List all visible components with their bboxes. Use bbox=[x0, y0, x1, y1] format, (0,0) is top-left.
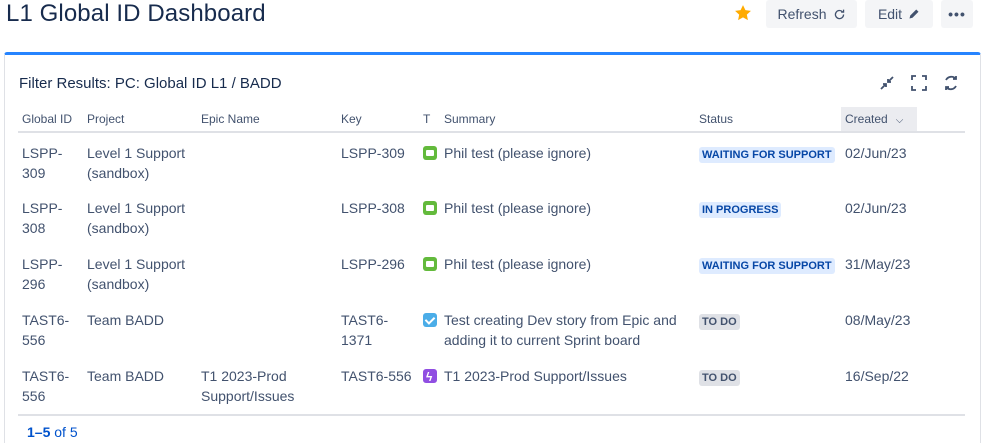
refresh-button[interactable]: Refresh bbox=[766, 0, 857, 28]
col-global-id[interactable]: Global ID bbox=[18, 107, 83, 133]
table-row[interactable]: TAST6- 556 Team BADD TAST6-1371 Test creati… bbox=[18, 300, 965, 356]
pager-total[interactable]: 5 bbox=[70, 424, 78, 440]
col-spacer bbox=[917, 107, 965, 133]
cell-key[interactable]: TAST6-1371 bbox=[337, 300, 419, 356]
cell-type bbox=[419, 244, 440, 300]
status-badge: IN PROGRESS bbox=[699, 202, 782, 218]
cell-status: TO DO bbox=[695, 356, 841, 412]
task-icon bbox=[423, 313, 437, 327]
col-key[interactable]: Key bbox=[337, 107, 419, 133]
story-icon bbox=[423, 257, 437, 271]
cell-epic-name[interactable] bbox=[197, 132, 337, 188]
pager-of: of bbox=[54, 424, 66, 440]
col-summary[interactable]: Summary bbox=[440, 107, 695, 133]
cell-project: Level 1 Support (sandbox) bbox=[87, 200, 186, 236]
cell-epic-name[interactable] bbox=[197, 188, 337, 244]
table-row[interactable]: LSPP- 296 Level 1 Support (sandbox) LSPP-2… bbox=[18, 244, 965, 300]
pagination: 1–5 of 5 bbox=[27, 424, 78, 440]
cell-created: 31/May/23 bbox=[845, 256, 911, 272]
cell-created: 02/Jun/23 bbox=[845, 200, 907, 216]
refresh-icon bbox=[834, 9, 844, 19]
cell-key[interactable]: LSPP-309 bbox=[337, 132, 419, 188]
fullscreen-icon[interactable] bbox=[910, 74, 928, 92]
table-header-row: Global ID Project Epic Name Key T Summar… bbox=[18, 107, 965, 133]
story-icon bbox=[423, 146, 437, 160]
edit-button[interactable]: Edit bbox=[865, 0, 933, 28]
cell-epic-name[interactable] bbox=[197, 300, 337, 356]
cell-spacer bbox=[917, 300, 965, 356]
cell-status: TO DO bbox=[695, 300, 841, 356]
col-type[interactable]: T bbox=[419, 107, 440, 133]
cell-global-id[interactable]: TAST6- 556 bbox=[18, 300, 83, 356]
status-badge: TO DO bbox=[699, 314, 740, 330]
star-icon[interactable] bbox=[733, 3, 753, 23]
cell-global-id[interactable]: LSPP- 309 bbox=[18, 132, 83, 188]
pager-range: 1–5 bbox=[27, 424, 51, 440]
cell-summary[interactable]: Phil test (please ignore) bbox=[440, 188, 695, 244]
cell-spacer bbox=[917, 244, 965, 300]
status-badge: WAITING FOR SUPPORT bbox=[699, 147, 835, 163]
cell-spacer bbox=[917, 132, 965, 188]
cell-summary[interactable]: Phil test (please ignore) bbox=[440, 244, 695, 300]
col-status[interactable]: Status bbox=[695, 107, 841, 133]
cell-summary[interactable]: Phil test (please ignore) bbox=[440, 132, 695, 188]
cell-project: Level 1 Support (sandbox) bbox=[87, 256, 186, 292]
cell-key[interactable]: LSPP-308 bbox=[337, 188, 419, 244]
cell-project: Level 1 Support (sandbox) bbox=[87, 145, 186, 181]
cell-global-id[interactable]: LSPP- 296 bbox=[18, 244, 83, 300]
col-epic-name[interactable]: Epic Name bbox=[197, 107, 337, 133]
cell-spacer bbox=[917, 356, 965, 412]
table-row[interactable]: LSPP- 309 Level 1 Support (sandbox) LSPP-3… bbox=[18, 132, 965, 188]
cell-epic-name[interactable] bbox=[197, 244, 337, 300]
page-title: L1 Global ID Dashboard bbox=[6, 0, 266, 27]
cell-global-id[interactable]: TAST6- 556 bbox=[18, 356, 83, 412]
cell-spacer bbox=[917, 188, 965, 244]
table-row[interactable]: LSPP- 308 Level 1 Support (sandbox) LSPP-3… bbox=[18, 188, 965, 244]
col-project[interactable]: Project bbox=[83, 107, 197, 133]
chevron-down-icon: ⌵ bbox=[895, 115, 904, 126]
col-created[interactable]: Created ⌵ bbox=[841, 107, 917, 133]
cell-status: WAITING FOR SUPPORT bbox=[695, 132, 841, 188]
cell-status: WAITING FOR SUPPORT bbox=[695, 244, 841, 300]
status-badge: WAITING FOR SUPPORT bbox=[699, 258, 835, 274]
cell-type bbox=[419, 132, 440, 188]
cell-key[interactable]: LSPP-296 bbox=[337, 244, 419, 300]
more-icon: ••• bbox=[948, 6, 966, 22]
cell-type bbox=[419, 300, 440, 356]
results-table: Global ID Project Epic Name Key T Summar… bbox=[18, 107, 965, 412]
cell-created: 02/Jun/23 bbox=[845, 145, 907, 161]
minimize-icon[interactable] bbox=[878, 74, 896, 92]
cell-created: 16/Sep/22 bbox=[845, 368, 909, 384]
cell-project: Team BADD bbox=[87, 312, 165, 328]
cell-type bbox=[419, 356, 440, 412]
cell-global-id[interactable]: LSPP- 308 bbox=[18, 188, 83, 244]
cell-type bbox=[419, 188, 440, 244]
table-row[interactable]: TAST6- 556 Team BADD T1 2023-Prod Support/… bbox=[18, 356, 965, 412]
more-button[interactable]: ••• bbox=[941, 0, 973, 28]
cell-summary[interactable]: Test creating Dev story from Epic and ad… bbox=[440, 300, 695, 356]
edit-button-label: Edit bbox=[877, 6, 903, 22]
refresh-gadget-icon[interactable] bbox=[942, 74, 960, 92]
pencil-icon bbox=[909, 9, 919, 19]
status-badge: TO DO bbox=[699, 370, 740, 386]
story-icon bbox=[423, 201, 437, 215]
table-footer-divider bbox=[18, 414, 965, 416]
col-created-label: Created bbox=[845, 112, 888, 126]
cell-epic-name[interactable]: T1 2023-Prod Support/Issues bbox=[197, 356, 337, 412]
cell-project: Team BADD bbox=[87, 368, 165, 384]
gadget-title: Filter Results: PC: Global ID L1 / BADD bbox=[19, 75, 282, 92]
epic-icon bbox=[423, 367, 437, 387]
cell-key[interactable]: TAST6-556 bbox=[337, 356, 419, 412]
refresh-button-label: Refresh bbox=[777, 6, 827, 22]
cell-summary[interactable]: T1 2023-Prod Support/Issues bbox=[440, 356, 695, 412]
cell-created: 08/May/23 bbox=[845, 312, 911, 328]
cell-status: IN PROGRESS bbox=[695, 188, 841, 244]
